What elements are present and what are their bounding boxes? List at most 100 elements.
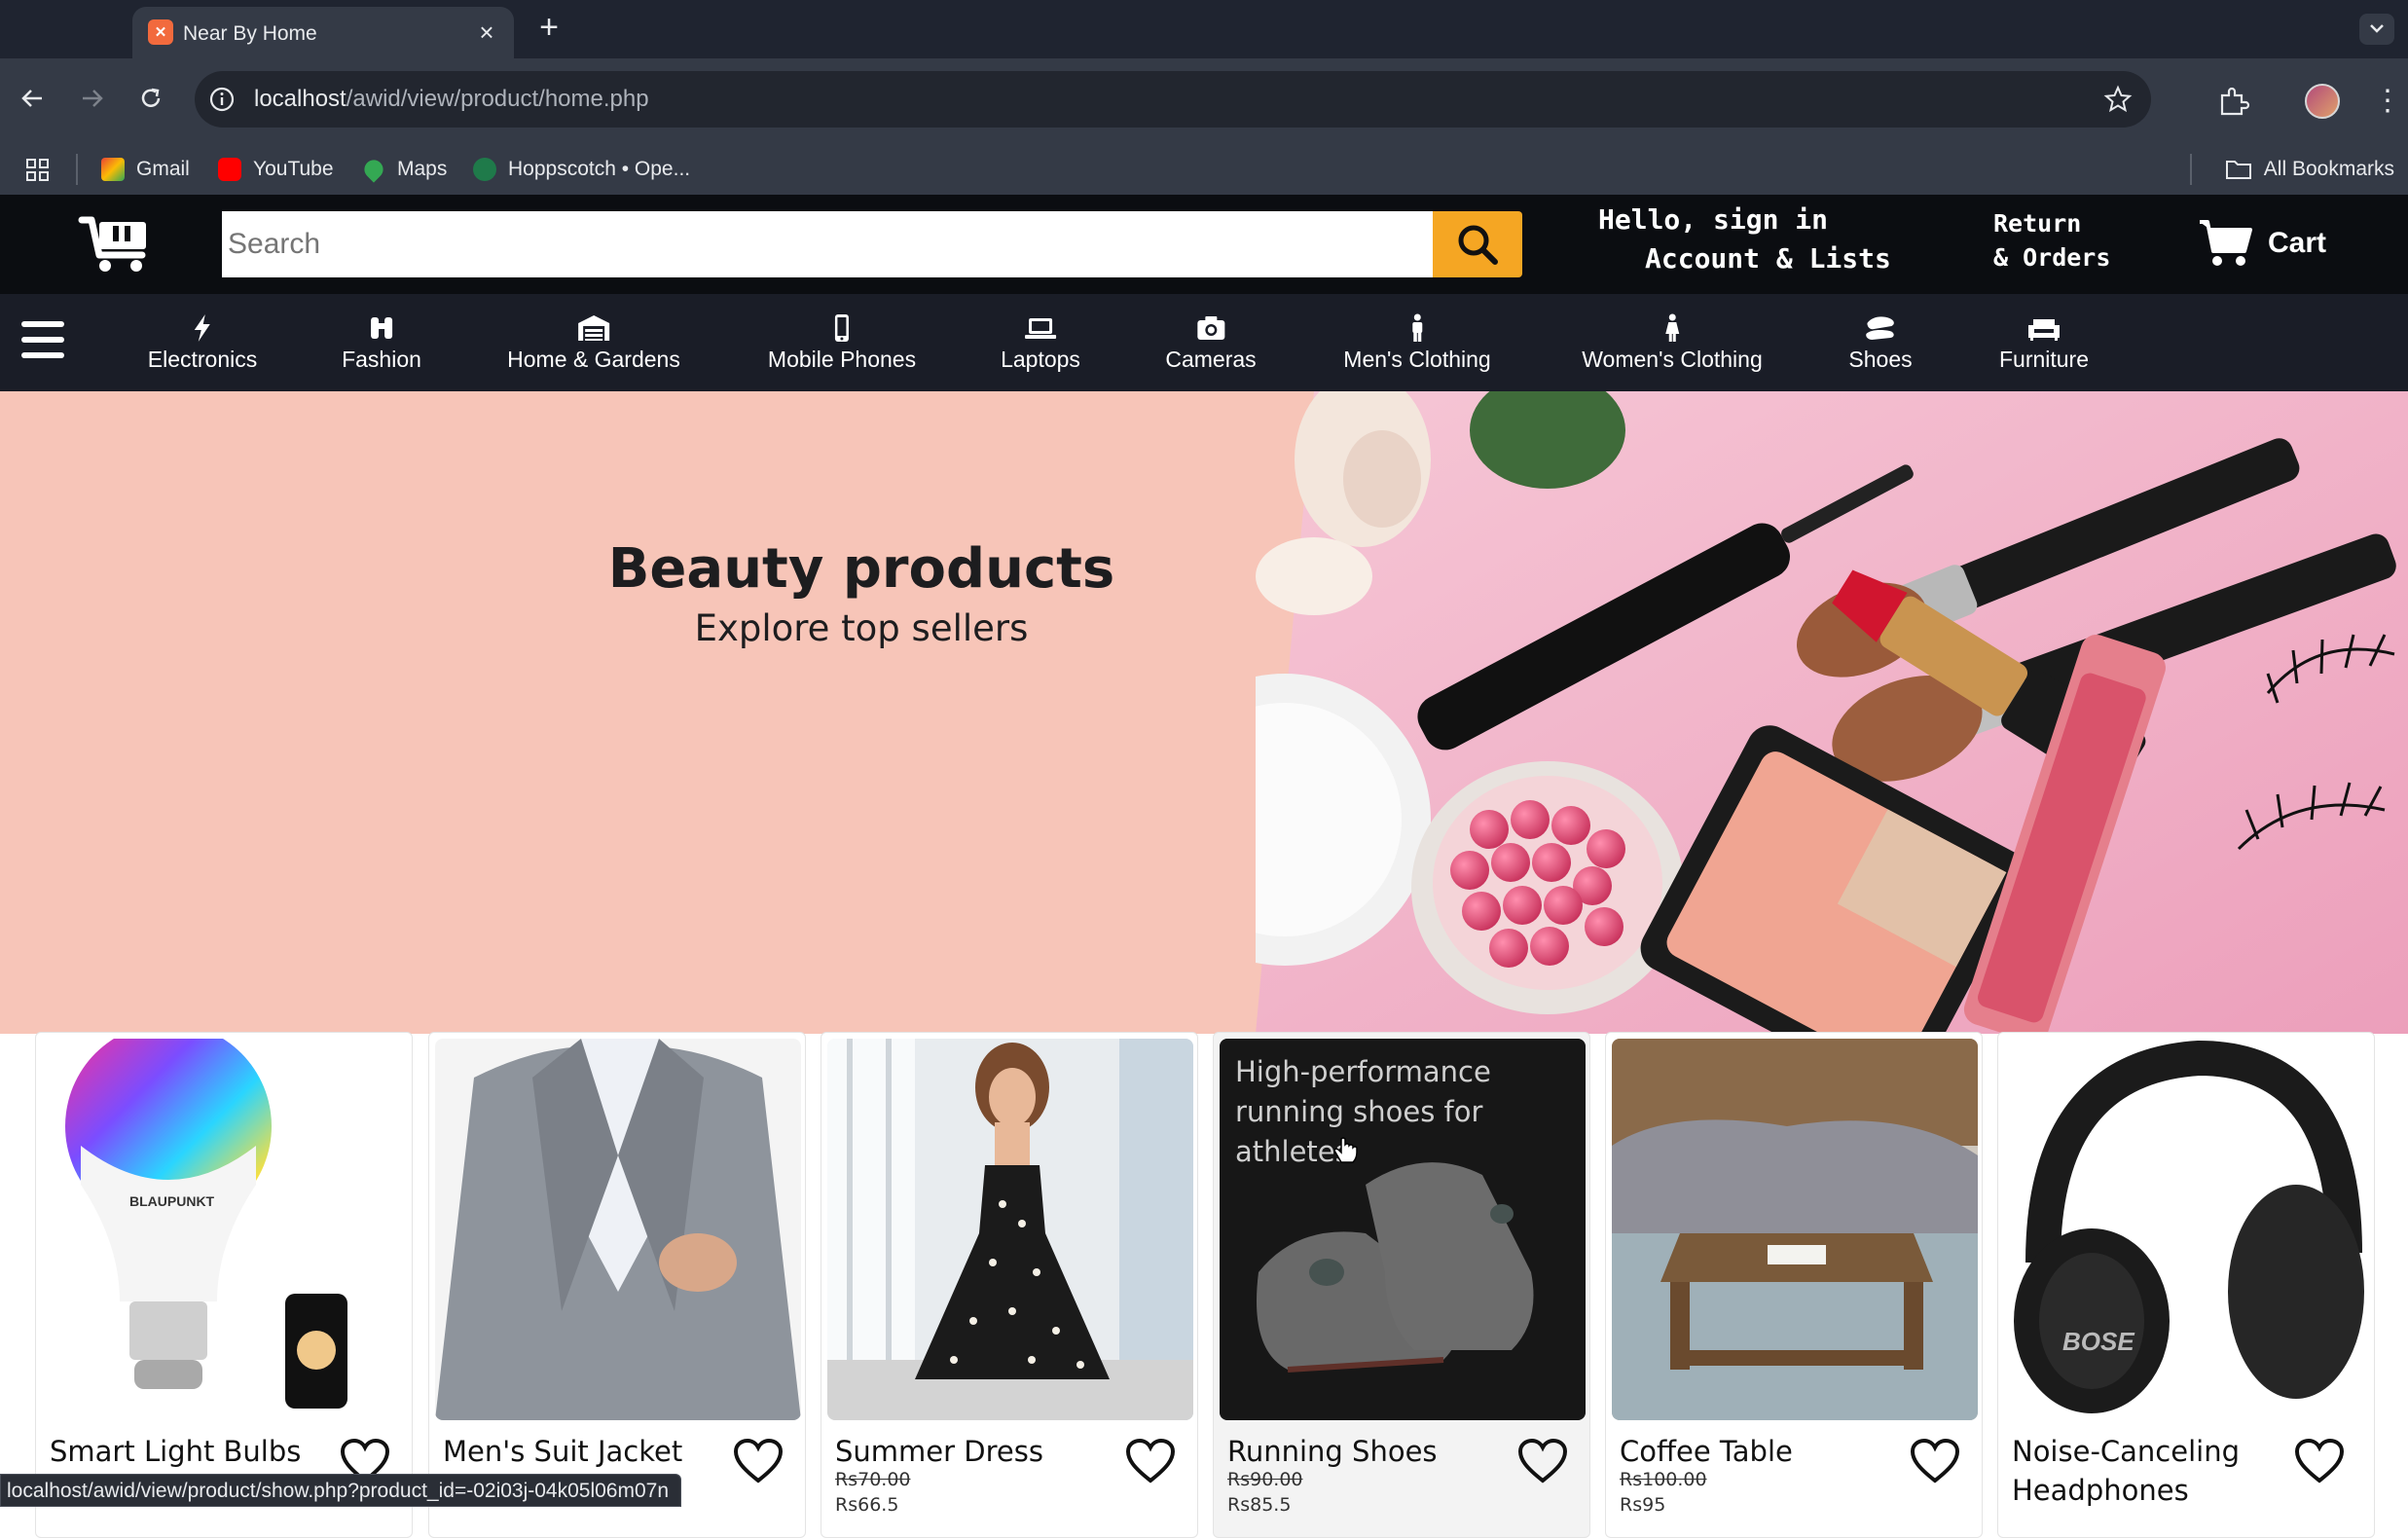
youtube-icon	[218, 158, 241, 181]
search-input[interactable]	[222, 211, 1434, 277]
binoculars-icon	[370, 317, 392, 339]
hamburger-menu-icon[interactable]	[21, 321, 64, 360]
beauty-products-photo	[1256, 391, 2408, 1034]
tab-title: Near By Home	[183, 22, 317, 45]
product-sale-price: Rs95	[1620, 1494, 1666, 1516]
product-name[interactable]: Coffee Table	[1620, 1432, 1902, 1471]
bookmarks-bar: Gmail YouTube Maps Hoppscotch • Ope... A…	[0, 142, 2408, 197]
site-info-icon[interactable]	[208, 86, 236, 113]
product-image: High-performance running shoes for athle…	[1220, 1039, 1586, 1420]
back-arrow-icon[interactable]	[10, 76, 55, 121]
hero-banner[interactable]: Beauty products Explore top sellers	[0, 391, 2408, 1034]
site-header: Hello, sign in Account & Lists Return & …	[0, 195, 2408, 294]
new-tab-icon[interactable]: +	[529, 8, 568, 47]
all-bookmarks-button[interactable]: All Bookmarks	[2225, 154, 2394, 185]
warehouse-icon	[577, 315, 609, 341]
male-icon	[1411, 313, 1422, 342]
tab-close-icon[interactable]: ×	[473, 18, 500, 46]
bookmark-maps[interactable]: Maps	[360, 154, 447, 185]
product-name[interactable]: Men's Suit Jacket	[443, 1432, 725, 1471]
heart-icon[interactable]	[1517, 1438, 1568, 1484]
female-icon	[1665, 313, 1679, 342]
returns-link[interactable]: Return	[1993, 206, 2081, 240]
product-image	[827, 1039, 1193, 1420]
category-laptops[interactable]: Laptops	[1001, 313, 1080, 373]
product-sale-price: Rs85.5	[1227, 1494, 1292, 1516]
product-name[interactable]: Summer Dress	[835, 1432, 1117, 1471]
bolt-icon	[194, 314, 210, 342]
product-card-mens-suit-jacket[interactable]: Men's Suit Jacket	[428, 1032, 806, 1538]
bookmark-star-icon[interactable]	[2102, 84, 2134, 115]
maps-pin-icon	[360, 156, 387, 183]
heart-icon[interactable]	[1910, 1438, 1960, 1484]
product-card-coffee-table[interactable]: Coffee Table Rs100.00 Rs95	[1605, 1032, 1983, 1538]
extensions-puzzle-icon[interactable]	[2214, 82, 2253, 121]
category-cameras[interactable]: Cameras	[1165, 313, 1257, 373]
bookmark-separator	[2190, 154, 2192, 185]
search-button[interactable]	[1433, 211, 1522, 277]
category-home-gardens[interactable]: Home & Gardens	[507, 313, 680, 373]
gmail-icon	[101, 158, 125, 181]
shopping-cart-icon	[2200, 220, 2252, 266]
account-lists-link[interactable]: Account & Lists	[1645, 239, 1891, 278]
apps-grid-icon[interactable]	[23, 156, 53, 185]
product-original-price: Rs70.00	[835, 1469, 911, 1490]
bookmark-gmail[interactable]: Gmail	[101, 154, 190, 185]
bookmark-youtube[interactable]: YouTube	[218, 154, 334, 185]
hero-subtitle: Explore top sellers	[694, 607, 1029, 649]
link-status-bubble: localhost/awid/view/product/show.php?pro…	[0, 1474, 682, 1507]
category-furniture[interactable]: Furniture	[1999, 313, 2089, 373]
cart-button[interactable]: Cart	[2198, 216, 2326, 271]
product-card-noise-canceling-headphones[interactable]: BOSE Noise-Canceling Headphones	[1997, 1032, 2375, 1538]
hoppscotch-icon	[473, 158, 496, 181]
cart-logo-icon[interactable]	[78, 212, 156, 275]
product-image	[1612, 1039, 1978, 1420]
category-fashion[interactable]: Fashion	[342, 313, 421, 373]
bookmark-separator	[76, 154, 78, 185]
camera-icon	[1197, 316, 1224, 340]
folder-icon	[2225, 161, 2251, 179]
product-description: High-performance running shoes for athle…	[1235, 1055, 1491, 1168]
browser-tab-active[interactable]: ✕ Near By Home ×	[132, 7, 514, 58]
product-name[interactable]: Noise-Canceling Headphones	[2012, 1432, 2294, 1510]
xampp-favicon-icon: ✕	[148, 19, 173, 45]
heart-icon[interactable]	[733, 1438, 784, 1484]
search-icon	[1458, 225, 1498, 265]
browser-tab-strip: ✕ Near By Home × +	[0, 0, 2408, 58]
heart-icon[interactable]	[1125, 1438, 1176, 1484]
product-card-summer-dress[interactable]: Summer Dress Rs70.00 Rs66.5	[821, 1032, 1198, 1538]
mobile-icon	[835, 314, 849, 342]
product-name[interactable]: Smart Light Bulbs	[50, 1432, 332, 1471]
browser-menu-icon[interactable]: ⋮	[2373, 84, 2402, 119]
url-text: localhost/awid/view/product/home.php	[254, 86, 649, 112]
product-image	[435, 1039, 801, 1420]
cart-label: Cart	[2268, 227, 2327, 259]
hero-title: Beauty products	[607, 537, 1115, 601]
category-mens-clothing[interactable]: Men's Clothing	[1343, 313, 1491, 373]
product-image: BLAUPUNKT	[42, 1039, 408, 1420]
category-nav: Electronics Fashion Home & Gardens Mobil…	[0, 294, 2408, 391]
laptop-icon	[1024, 318, 1056, 339]
product-name[interactable]: Running Shoes	[1227, 1432, 1510, 1471]
product-card-smart-light-bulbs[interactable]: BLAUPUNKT Smart Light Bulbs	[35, 1032, 413, 1538]
bookmark-hoppscotch[interactable]: Hoppscotch • Ope...	[473, 154, 690, 185]
heart-icon[interactable]	[2294, 1438, 2345, 1484]
forward-arrow-icon[interactable]	[70, 76, 115, 121]
tab-search-button[interactable]	[2359, 14, 2394, 45]
product-original-price: Rs100.00	[1620, 1469, 1707, 1490]
category-shoes[interactable]: Shoes	[1848, 313, 1913, 373]
sign-in-greeting[interactable]: Hello, sign in	[1598, 201, 1828, 239]
product-original-price: Rs90.00	[1227, 1469, 1303, 1490]
category-womens-clothing[interactable]: Women's Clothing	[1582, 313, 1763, 373]
reload-icon[interactable]	[128, 76, 173, 121]
address-bar[interactable]: localhost/awid/view/product/home.php	[195, 71, 2151, 128]
product-image: BOSE	[2004, 1039, 2370, 1420]
category-electronics[interactable]: Electronics	[148, 313, 257, 373]
browser-toolbar: localhost/awid/view/product/home.php ⋮ G…	[0, 58, 2408, 197]
profile-avatar[interactable]	[2305, 84, 2340, 119]
orders-link[interactable]: & Orders	[1993, 240, 2110, 275]
category-mobile-phones[interactable]: Mobile Phones	[768, 313, 916, 373]
svg-text:BLAUPUNKT: BLAUPUNKT	[129, 1193, 215, 1209]
product-card-running-shoes[interactable]: High-performance running shoes for athle…	[1213, 1032, 1590, 1538]
svg-text:BOSE: BOSE	[2062, 1327, 2134, 1356]
